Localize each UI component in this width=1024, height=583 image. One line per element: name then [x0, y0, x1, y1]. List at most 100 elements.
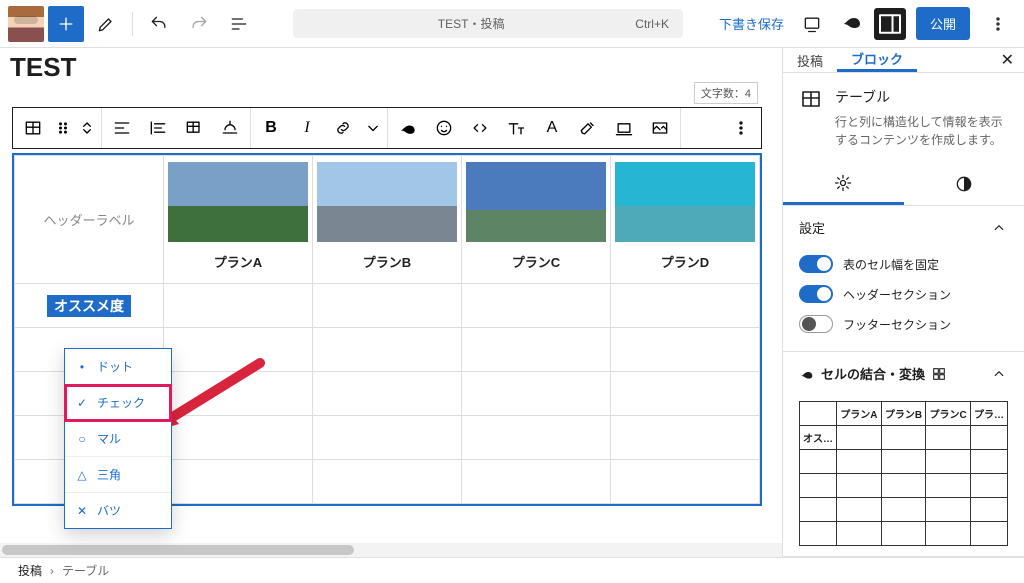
breadcrumb-current[interactable]: テーブル: [62, 562, 109, 579]
header-label-cell[interactable]: ヘッダーラベル: [43, 213, 134, 228]
popup-item-check[interactable]: ✓チェック: [65, 385, 171, 421]
popup-item-triangle[interactable]: △三角: [65, 457, 171, 493]
font-size-button[interactable]: [498, 108, 534, 148]
italic-button[interactable]: I: [289, 108, 325, 148]
table-cell[interactable]: [611, 284, 760, 328]
document-outline-button[interactable]: [221, 6, 257, 42]
table-cell[interactable]: [164, 284, 313, 328]
cross-icon: ✕: [75, 504, 89, 518]
block-name: テーブル: [835, 87, 1008, 107]
bold-button[interactable]: B: [253, 108, 289, 148]
mini-table-preview[interactable]: プランA プランB プランC プラ… オス…: [799, 401, 1008, 546]
swell-format-button[interactable]: [390, 108, 426, 148]
icon-picker-popup: •ドット ✓チェック ○マル △三角 ✕バツ: [64, 348, 172, 529]
redo-button[interactable]: [181, 6, 217, 42]
background-button[interactable]: [642, 108, 678, 148]
move-up-down[interactable]: [75, 108, 99, 148]
close-sidebar-button[interactable]: ✕: [1001, 50, 1014, 70]
table-cell[interactable]: [313, 416, 462, 460]
breadcrumb-root[interactable]: 投稿: [18, 562, 42, 579]
block-options-button[interactable]: [723, 108, 759, 148]
save-draft-link[interactable]: 下書き保存: [719, 14, 784, 33]
toggle-fixed-width[interactable]: [799, 255, 833, 273]
swell-small-icon: [799, 366, 815, 382]
plan-d-image: [615, 162, 755, 242]
table-cell[interactable]: [611, 460, 760, 504]
table-cell[interactable]: [164, 416, 313, 460]
popup-item-dot[interactable]: •ドット: [65, 349, 171, 385]
section-settings-header[interactable]: 設定: [783, 206, 1024, 249]
block-toolbar: B I A: [12, 107, 762, 149]
contrast-icon: [954, 174, 974, 194]
preview-button[interactable]: [794, 6, 830, 42]
chevron-up-icon: [990, 365, 1008, 383]
sub-tab-styles[interactable]: [904, 163, 1024, 205]
table-cell[interactable]: [462, 372, 611, 416]
toggle-header-section[interactable]: [799, 285, 833, 303]
more-format-button[interactable]: [361, 108, 385, 148]
align-left-button[interactable]: [104, 108, 140, 148]
plan-c-header[interactable]: プランC: [462, 156, 611, 284]
plan-d-header[interactable]: プランD: [611, 156, 760, 284]
toggle-label: フッターセクション: [843, 316, 951, 333]
table-cell[interactable]: [462, 416, 611, 460]
chevron-up-icon: [990, 219, 1008, 237]
border-button[interactable]: [606, 108, 642, 148]
table-cell[interactable]: [462, 460, 611, 504]
avatar[interactable]: [8, 6, 44, 42]
block-info: テーブル 行と列に構造化して情報を表示するコンテンツを作成します。: [783, 73, 1024, 163]
settings-sidebar: 投稿 ブロック ✕ テーブル 行と列に構造化して情報を表示するコンテンツを作成し…: [782, 48, 1024, 557]
doc-title: TEST・投稿: [438, 15, 505, 32]
edit-table-button[interactable]: [176, 108, 212, 148]
align-center-button[interactable]: [140, 108, 176, 148]
tab-post[interactable]: 投稿: [783, 48, 837, 72]
breadcrumb-separator: ›: [50, 564, 54, 578]
popup-item-circle[interactable]: ○マル: [65, 421, 171, 457]
table-cell[interactable]: [462, 328, 611, 372]
tab-block[interactable]: ブロック: [837, 48, 917, 72]
undo-button[interactable]: [141, 6, 177, 42]
editor-canvas: TEST 文字数：4 B I: [0, 48, 782, 557]
table-style-button[interactable]: [212, 108, 248, 148]
table-cell[interactable]: [313, 460, 462, 504]
popup-item-cross[interactable]: ✕バツ: [65, 493, 171, 528]
drag-handle[interactable]: [51, 108, 75, 148]
table-cell[interactable]: [611, 372, 760, 416]
sidebar-toggle-button[interactable]: [874, 8, 906, 40]
selected-cell[interactable]: オススメ度: [15, 284, 164, 328]
table-cell[interactable]: [611, 328, 760, 372]
title-bar[interactable]: TEST・投稿 Ctrl+K: [293, 9, 683, 38]
more-menu-button[interactable]: [980, 6, 1016, 42]
horizontal-scrollbar[interactable]: [0, 543, 782, 557]
section-merge-header[interactable]: セルの結合・変換: [783, 352, 1024, 395]
table-cell[interactable]: [313, 328, 462, 372]
plan-b-image: [317, 162, 457, 242]
toggle-footer-section[interactable]: [799, 315, 833, 333]
publish-button[interactable]: 公開: [916, 7, 970, 40]
table-cell[interactable]: [611, 416, 760, 460]
table-cell[interactable]: [462, 284, 611, 328]
page-title[interactable]: TEST: [0, 48, 774, 87]
block-type-button[interactable]: [15, 108, 51, 148]
table-cell[interactable]: [164, 460, 313, 504]
code-button[interactable]: [462, 108, 498, 148]
link-button[interactable]: [325, 108, 361, 148]
plan-a-header[interactable]: プランA: [164, 156, 313, 284]
emoji-button[interactable]: [426, 108, 462, 148]
grid-icon: [931, 366, 947, 382]
swell-icon[interactable]: [840, 9, 864, 38]
highlight-button[interactable]: [570, 108, 606, 148]
add-block-button[interactable]: [48, 6, 84, 42]
text-color-button[interactable]: A: [534, 108, 570, 148]
table-cell[interactable]: [164, 328, 313, 372]
plan-a-image: [168, 162, 308, 242]
table-cell[interactable]: [313, 372, 462, 416]
table-icon: [799, 87, 823, 111]
edit-mode-button[interactable]: [88, 6, 124, 42]
plan-b-header[interactable]: プランB: [313, 156, 462, 284]
top-toolbar: TEST・投稿 Ctrl+K 下書き保存 公開: [0, 0, 1024, 48]
table-cell[interactable]: [313, 284, 462, 328]
sub-tab-settings[interactable]: [783, 163, 904, 205]
table-cell[interactable]: [164, 372, 313, 416]
char-count: 文字数：4: [694, 82, 758, 104]
